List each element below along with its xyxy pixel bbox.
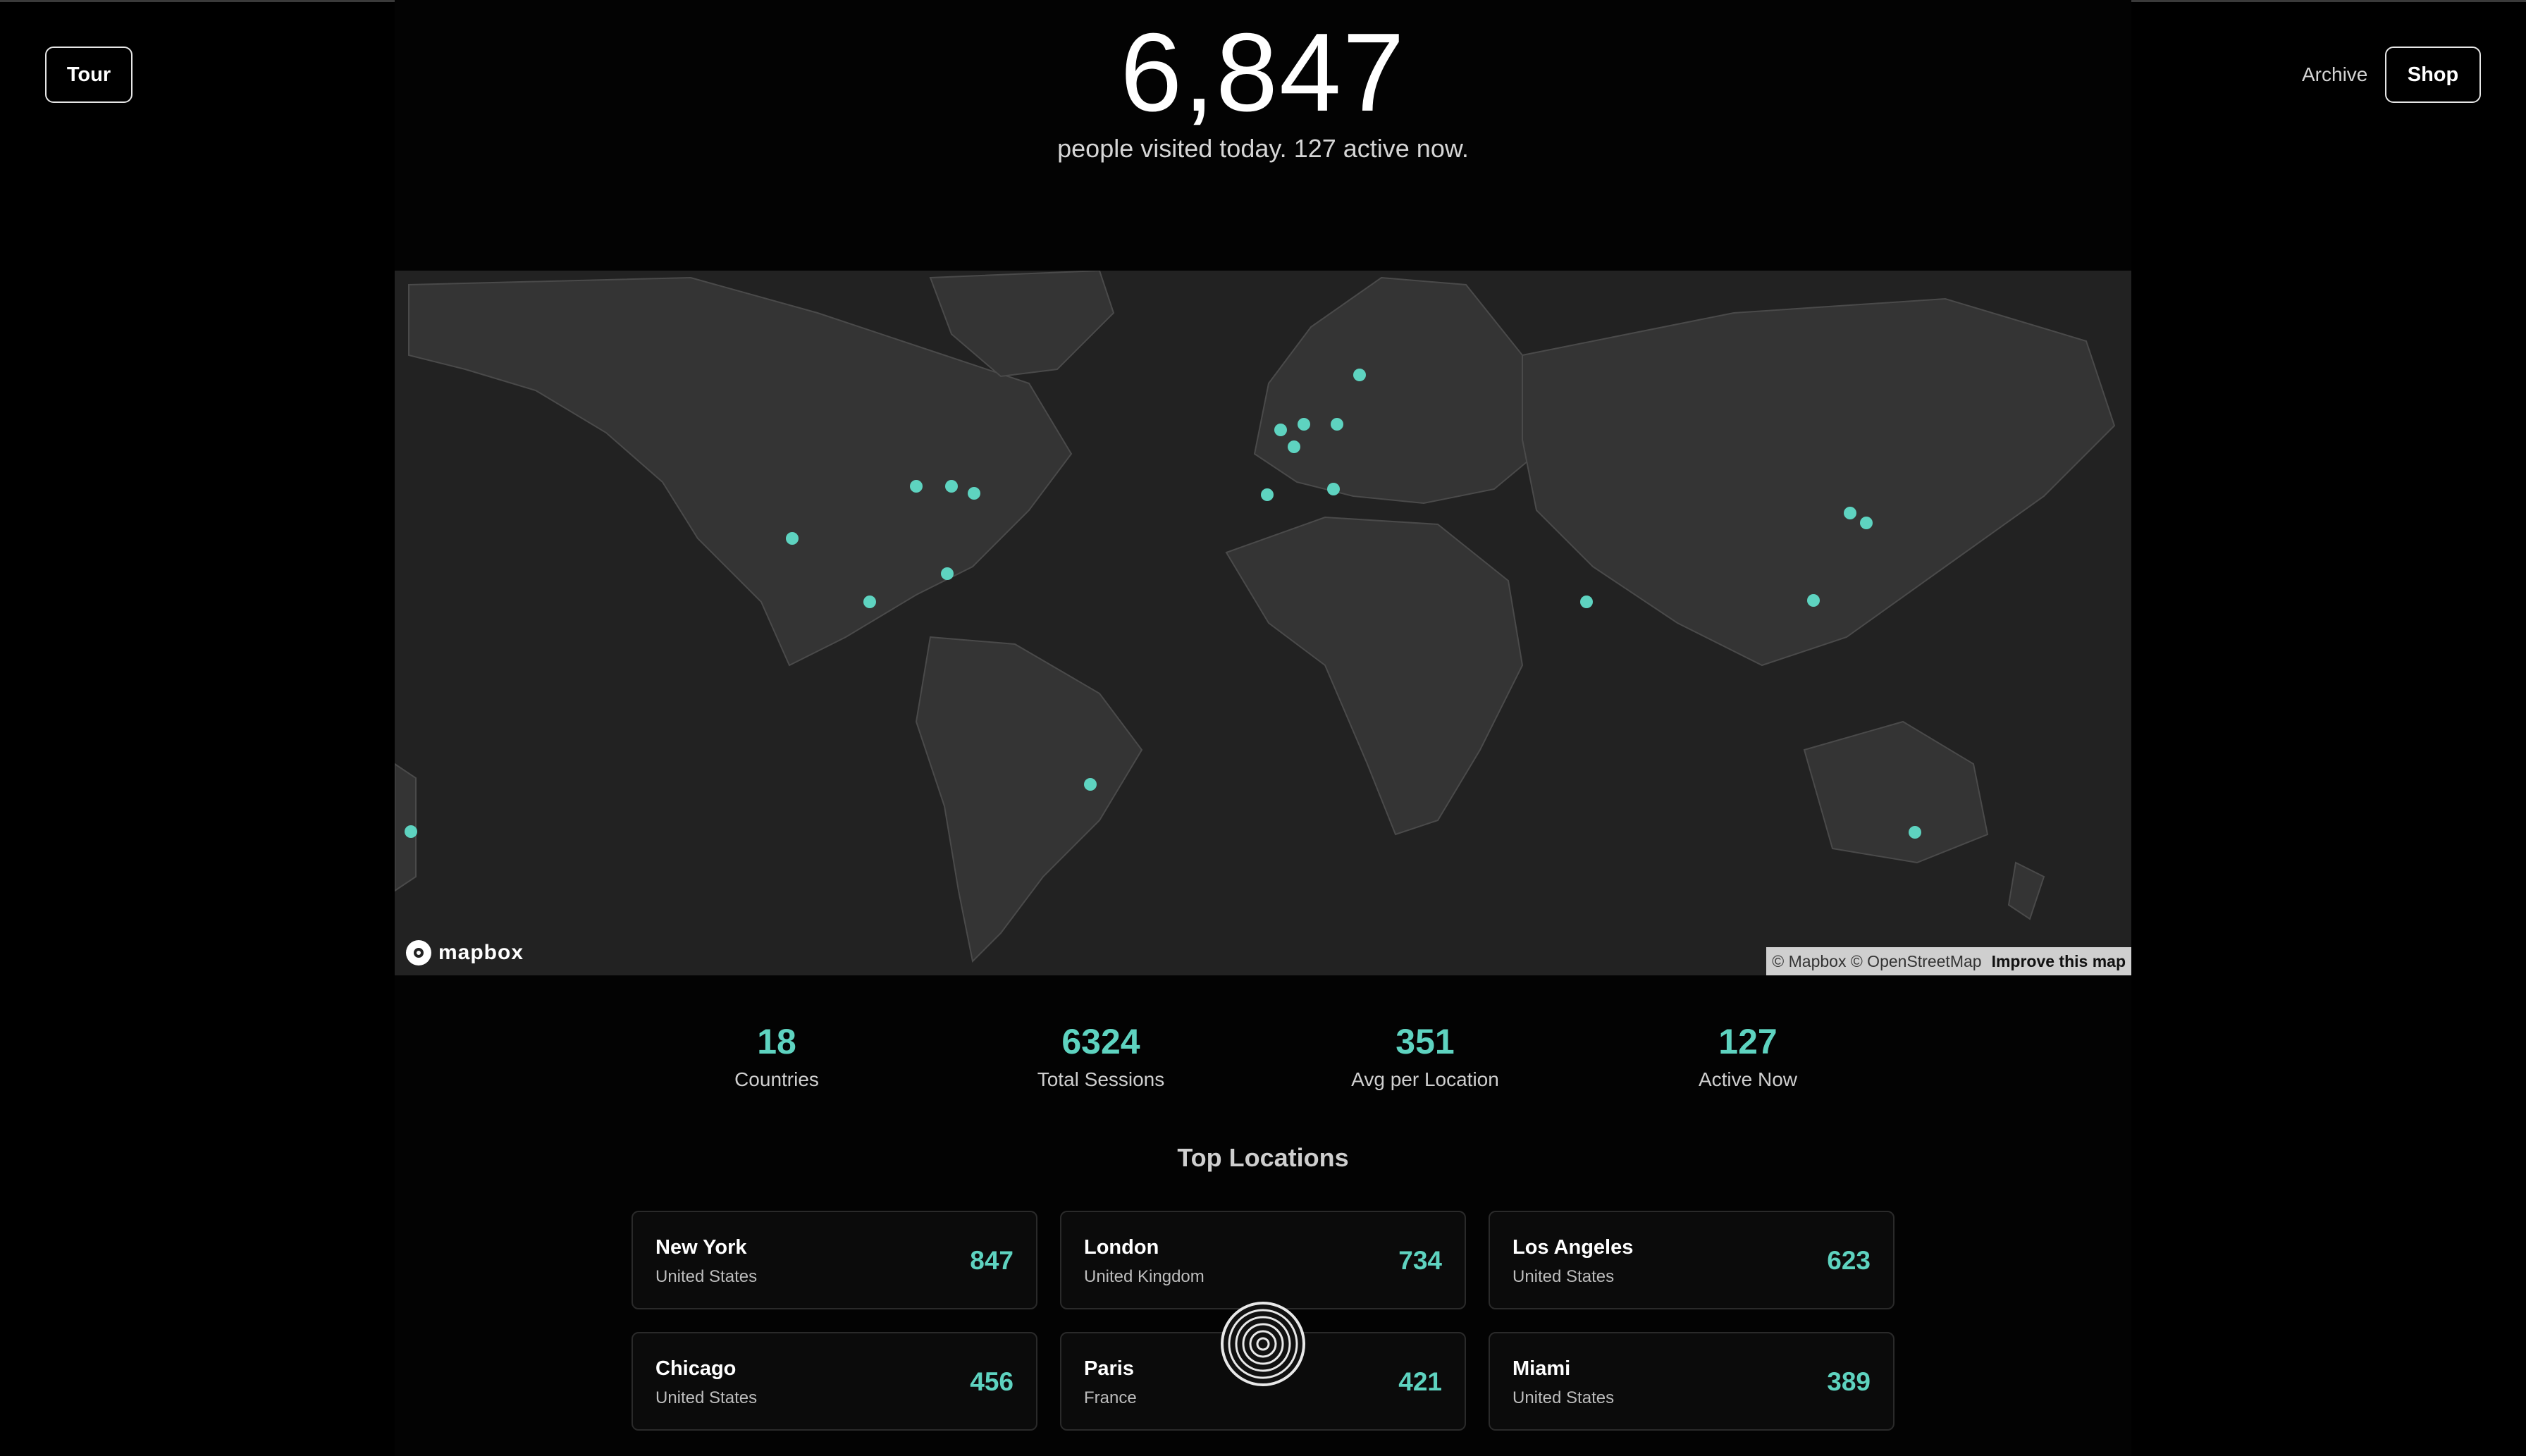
location-city: Los Angeles — [1512, 1236, 1634, 1259]
stat-label: Active Now — [1698, 1068, 1798, 1090]
spiral-fingerprint-icon[interactable] — [1219, 1300, 1307, 1388]
location-country: United Kingdom — [1084, 1267, 1205, 1286]
location-count: 389 — [1827, 1367, 1871, 1396]
attribution-text: © Mapbox © OpenStreetMap — [1772, 951, 1982, 970]
visitor-marker[interactable] — [405, 825, 417, 838]
improve-map-link[interactable]: Improve this map — [1992, 952, 2126, 971]
location-city: New York — [655, 1236, 747, 1259]
australia-land — [1803, 720, 1989, 864]
map-canvas — [395, 271, 2116, 963]
visitor-marker[interactable] — [1844, 507, 1856, 519]
location-count: 734 — [1398, 1246, 1442, 1275]
visitor-marker[interactable] — [1298, 418, 1310, 431]
visitor-marker[interactable] — [1860, 517, 1873, 529]
visitor-marker[interactable] — [1327, 483, 1340, 495]
asia-land — [1522, 297, 2116, 667]
land-masses — [395, 271, 2116, 963]
visitor-marker[interactable] — [1580, 596, 1593, 608]
visitor-count: 6,847 — [1120, 11, 1406, 135]
visitor-marker[interactable] — [1288, 440, 1300, 453]
stat-value: 18 — [757, 1022, 796, 1061]
location-country: United States — [655, 1388, 758, 1407]
visitor-marker[interactable] — [1353, 369, 1366, 381]
visitor-marker[interactable] — [1909, 826, 1921, 839]
location-count: 623 — [1827, 1246, 1871, 1275]
top-locations-title: Top Locations — [1177, 1143, 1349, 1172]
mapbox-logo-text: mapbox — [438, 941, 524, 964]
location-card[interactable]: Miami United States 389 — [1489, 1332, 1894, 1431]
location-city: Miami — [1512, 1357, 1571, 1380]
location-country: United States — [1512, 1267, 1615, 1286]
mapbox-logo[interactable]: mapbox — [406, 940, 524, 965]
location-city: Chicago — [655, 1357, 737, 1380]
south-america-land — [915, 636, 1143, 963]
stat-value: 351 — [1396, 1022, 1455, 1061]
stat-avg-per-location: 351 Avg per Location — [1263, 1022, 1587, 1091]
visitor-marker[interactable] — [863, 596, 876, 608]
location-count: 421 — [1398, 1367, 1442, 1396]
location-city: London — [1084, 1236, 1159, 1259]
visitor-marker[interactable] — [910, 480, 923, 493]
stat-total-sessions: 6324 Total Sessions — [939, 1022, 1263, 1091]
location-card[interactable]: New York United States 847 — [632, 1211, 1037, 1309]
stat-label: Avg per Location — [1351, 1068, 1499, 1090]
visitor-marker[interactable] — [1331, 418, 1343, 431]
location-card[interactable]: Los Angeles United States 623 — [1489, 1211, 1894, 1309]
visitor-marker[interactable] — [945, 480, 958, 493]
location-count: 847 — [970, 1246, 1014, 1275]
location-city: Paris — [1084, 1357, 1134, 1380]
new-zealand-land — [2007, 861, 2045, 920]
world-map[interactable]: mapbox © Mapbox © OpenStreetMap Improve … — [395, 271, 2131, 975]
visitor-marker[interactable] — [1807, 594, 1820, 607]
location-count: 456 — [970, 1367, 1014, 1396]
africa-land — [1225, 516, 1524, 836]
stat-label: Countries — [734, 1068, 819, 1090]
map-attribution: © Mapbox © OpenStreetMap Improve this ma… — [1766, 947, 2131, 975]
stat-countries: 18 Countries — [615, 1022, 939, 1091]
visitor-marker[interactable] — [1261, 488, 1274, 501]
mapbox-logo-icon — [406, 940, 431, 965]
location-card[interactable]: London United Kingdom 734 — [1060, 1211, 1466, 1309]
location-country: France — [1084, 1388, 1137, 1407]
visitor-subtitle: people visited today. 127 active now. — [1057, 134, 1469, 163]
location-country: United States — [655, 1267, 758, 1286]
visitor-marker[interactable] — [941, 567, 954, 580]
stat-active-now: 127 Active Now — [1586, 1022, 1910, 1091]
visitor-marker[interactable] — [968, 487, 980, 500]
stat-value: 6324 — [1061, 1022, 1140, 1061]
stat-label: Total Sessions — [1037, 1068, 1165, 1090]
visitor-marker[interactable] — [1084, 778, 1097, 791]
visitor-marker[interactable] — [786, 532, 799, 545]
stat-value: 127 — [1718, 1022, 1778, 1061]
location-card[interactable]: Chicago United States 456 — [632, 1332, 1037, 1431]
location-country: United States — [1512, 1388, 1615, 1407]
visitor-marker[interactable] — [1274, 424, 1287, 436]
